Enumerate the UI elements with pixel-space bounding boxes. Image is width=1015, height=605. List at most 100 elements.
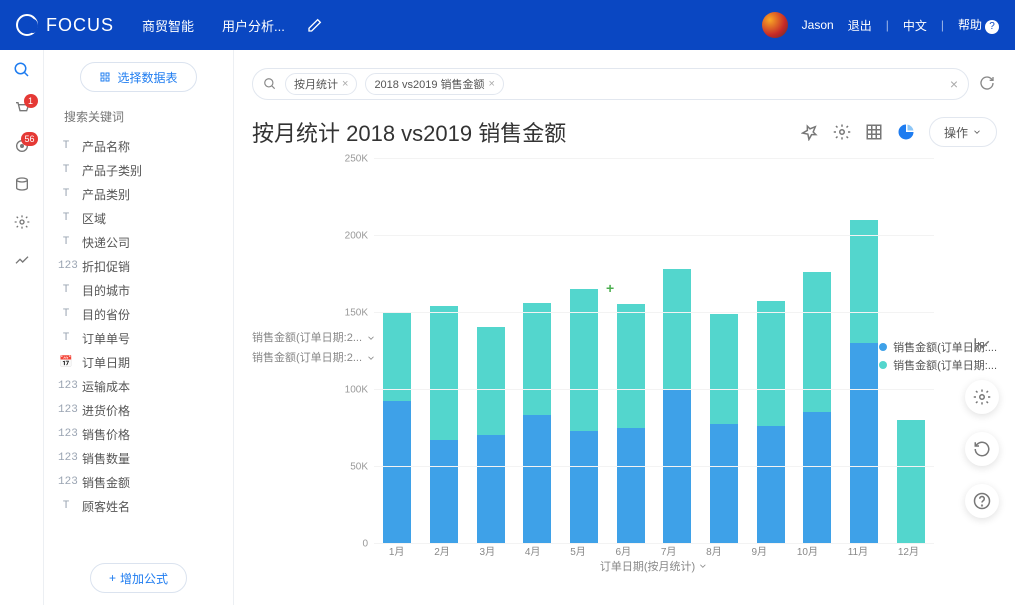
- refresh-icon[interactable]: [965, 432, 999, 466]
- field-type-icon: 📅: [58, 355, 74, 369]
- bar-column[interactable]: [523, 303, 551, 543]
- bar-segment-series2[interactable]: [757, 301, 785, 426]
- field-item[interactable]: T区域: [58, 206, 219, 230]
- field-item[interactable]: 123进货价格: [58, 398, 219, 422]
- bar-segment-series2[interactable]: [617, 304, 645, 427]
- edit-icon[interactable]: [307, 17, 323, 33]
- query-pill[interactable]: 按月统计×: [285, 73, 357, 95]
- field-item[interactable]: T产品子类别: [58, 158, 219, 182]
- field-label: 销售数量: [82, 450, 130, 467]
- chart: 销售金额(订单日期:2... 销售金额(订单日期:2... + 1月2月3月4月…: [252, 158, 997, 588]
- user-name[interactable]: Jason: [802, 18, 834, 32]
- bar-segment-series1[interactable]: [850, 343, 878, 543]
- bar-segment-series1[interactable]: [803, 412, 831, 543]
- field-item[interactable]: T目的省份: [58, 302, 219, 326]
- bar-segment-series1[interactable]: [477, 435, 505, 543]
- field-item[interactable]: 123折扣促销: [58, 254, 219, 278]
- bar-segment-series1[interactable]: [757, 426, 785, 543]
- help-link[interactable]: 帮助?: [958, 16, 999, 34]
- field-item[interactable]: T快递公司: [58, 230, 219, 254]
- bar-column[interactable]: [663, 269, 691, 543]
- title-row: 按月统计 2018 vs2019 销售金额 操作: [252, 116, 997, 148]
- bar-segment-series2[interactable]: [663, 269, 691, 389]
- field-type-icon: T: [58, 500, 74, 512]
- bar-segment-series1[interactable]: [570, 431, 598, 543]
- bar-column[interactable]: [757, 301, 785, 543]
- bar-segment-series2[interactable]: [383, 312, 411, 401]
- lang-link[interactable]: 中文: [903, 17, 927, 34]
- field-item[interactable]: T订单单号: [58, 326, 219, 350]
- table-icon[interactable]: [865, 123, 883, 141]
- bar-segment-series1[interactable]: [383, 401, 411, 543]
- bar-column[interactable]: [430, 306, 458, 543]
- field-item[interactable]: T产品名称: [58, 134, 219, 158]
- bar-segment-series2[interactable]: [803, 272, 831, 412]
- x-tick-label: 10月: [797, 543, 818, 558]
- field-item[interactable]: 123销售价格: [58, 422, 219, 446]
- pie-chart-icon[interactable]: [897, 123, 915, 141]
- settings-icon[interactable]: [12, 212, 32, 232]
- bar-column[interactable]: [570, 289, 598, 543]
- bar-column[interactable]: [617, 304, 645, 543]
- pin-icon[interactable]: [801, 123, 819, 141]
- bar-column[interactable]: [477, 327, 505, 543]
- search-icon[interactable]: [12, 60, 32, 80]
- bar-segment-series1[interactable]: [523, 415, 551, 543]
- bar-segment-series2[interactable]: [710, 314, 738, 425]
- top-right: Jason 退出 | 中文 | 帮助?: [762, 12, 999, 38]
- bar-segment-series2[interactable]: [570, 289, 598, 431]
- avatar[interactable]: [762, 12, 788, 38]
- bar-column[interactable]: [710, 314, 738, 543]
- gear-icon[interactable]: [965, 380, 999, 414]
- bar-column[interactable]: [383, 312, 411, 543]
- close-icon[interactable]: ×: [489, 78, 495, 90]
- close-icon[interactable]: ×: [342, 78, 348, 90]
- logout-link[interactable]: 退出: [848, 17, 872, 34]
- field-item[interactable]: T目的城市: [58, 278, 219, 302]
- field-item[interactable]: 📅订单日期: [58, 350, 219, 374]
- y-series-select[interactable]: 销售金额(订单日期:2...: [252, 348, 376, 368]
- field-item[interactable]: 123销售金额: [58, 470, 219, 494]
- field-item[interactable]: T产品类别: [58, 182, 219, 206]
- help-icon[interactable]: [965, 484, 999, 518]
- nav-item-user-analysis[interactable]: 用户分析...: [222, 16, 285, 35]
- bar-column[interactable]: [897, 420, 925, 543]
- bar-segment-series1[interactable]: [617, 428, 645, 544]
- notifications-icon[interactable]: 56: [12, 136, 32, 156]
- bar-segment-series2[interactable]: [523, 303, 551, 415]
- bar-segment-series2[interactable]: [850, 220, 878, 343]
- trend-icon[interactable]: [12, 250, 32, 270]
- line-chart-icon[interactable]: [965, 328, 999, 362]
- separator: |: [941, 18, 944, 32]
- brand-logo[interactable]: FOCUS: [16, 14, 114, 36]
- x-axis-title[interactable]: 订单日期(按月统计): [600, 558, 708, 574]
- add-formula-button[interactable]: + 增加公式: [90, 563, 187, 593]
- nav-item-bi[interactable]: 商贸智能: [142, 16, 194, 35]
- bar-segment-series2[interactable]: [897, 420, 925, 543]
- refresh-icon[interactable]: [979, 75, 997, 93]
- content: 按月统计× 2018 vs2019 销售金额× × 按月统计 2018 vs20…: [234, 50, 1015, 605]
- plot-area: + 1月2月3月4月5月6月7月8月9月10月11月12月 订单日期(按月统计)…: [374, 158, 934, 558]
- cart-icon[interactable]: 1: [12, 98, 32, 118]
- swatch-icon: [879, 361, 887, 369]
- x-tick-label: 7月: [661, 543, 677, 558]
- database-icon[interactable]: [12, 174, 32, 194]
- gear-icon[interactable]: [833, 123, 851, 141]
- clear-icon[interactable]: ×: [950, 76, 958, 92]
- field-item[interactable]: 123运输成本: [58, 374, 219, 398]
- query-pill[interactable]: 2018 vs2019 销售金额×: [365, 73, 504, 95]
- field-item[interactable]: T顾客姓名: [58, 494, 219, 518]
- search-input[interactable]: [64, 110, 219, 124]
- bar-segment-series2[interactable]: [477, 327, 505, 435]
- field-item[interactable]: 123销售数量: [58, 446, 219, 470]
- bar-segment-series2[interactable]: [430, 306, 458, 440]
- action-button[interactable]: 操作: [929, 117, 997, 147]
- bar-segment-series1[interactable]: [430, 440, 458, 543]
- field-label: 折扣促销: [82, 258, 130, 275]
- query-input[interactable]: 按月统计× 2018 vs2019 销售金额× ×: [252, 68, 969, 100]
- y-series-select[interactable]: 销售金额(订单日期:2...: [252, 328, 376, 348]
- select-datasource-button[interactable]: 选择数据表: [80, 62, 196, 92]
- separator: |: [886, 18, 889, 32]
- bar-column[interactable]: [850, 220, 878, 543]
- bar-segment-series1[interactable]: [710, 424, 738, 543]
